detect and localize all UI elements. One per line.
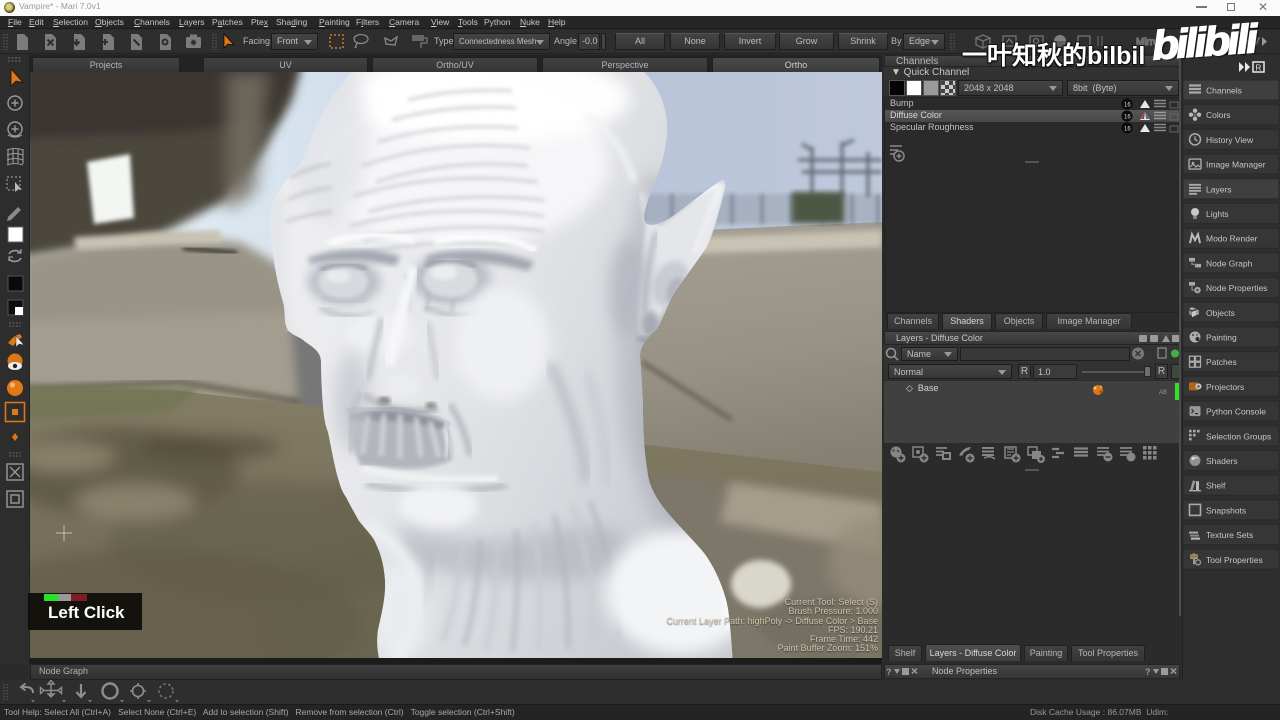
svg-text:Painting: Painting bbox=[1206, 333, 1237, 343]
svg-text:16: 16 bbox=[1124, 127, 1131, 133]
svg-text:16: 16 bbox=[1124, 115, 1131, 121]
svg-text:Colors: Colors bbox=[1206, 110, 1231, 120]
svg-text:Image Manager: Image Manager bbox=[1206, 160, 1266, 170]
svg-text:16: 16 bbox=[1124, 103, 1131, 109]
svg-text:FoV: FoV bbox=[1240, 36, 1259, 48]
svg-text:Selection Groups: Selection Groups bbox=[1206, 431, 1271, 441]
svg-text:Shaders: Shaders bbox=[1206, 456, 1238, 466]
svg-text:Node Properties: Node Properties bbox=[1206, 283, 1267, 293]
svg-text:Snapshots: Snapshots bbox=[1206, 505, 1246, 515]
svg-text:Tool Properties: Tool Properties bbox=[1206, 555, 1263, 565]
svg-text:AB: AB bbox=[1159, 390, 1167, 396]
svg-text:Mirror: Mirror bbox=[1136, 37, 1163, 48]
svg-text:Patches: Patches bbox=[1206, 357, 1237, 367]
svg-text:Channels: Channels bbox=[1206, 86, 1242, 96]
svg-text:Modo Render: Modo Render bbox=[1206, 234, 1258, 244]
svg-text:Python Console: Python Console bbox=[1206, 407, 1266, 417]
svg-text:?: ? bbox=[886, 667, 892, 677]
svg-text:Objects: Objects bbox=[1206, 308, 1235, 318]
svg-text:History View: History View bbox=[1206, 135, 1254, 145]
svg-text:Shelf: Shelf bbox=[1206, 481, 1226, 491]
svg-text:Lights: Lights bbox=[1206, 209, 1229, 219]
svg-text:Texture Sets: Texture Sets bbox=[1206, 530, 1253, 540]
svg-text:Layers: Layers bbox=[1206, 184, 1232, 194]
svg-text:Node Graph: Node Graph bbox=[1206, 258, 1253, 268]
svg-text:?: ? bbox=[1145, 667, 1151, 677]
svg-text:Projectors: Projectors bbox=[1206, 382, 1244, 392]
